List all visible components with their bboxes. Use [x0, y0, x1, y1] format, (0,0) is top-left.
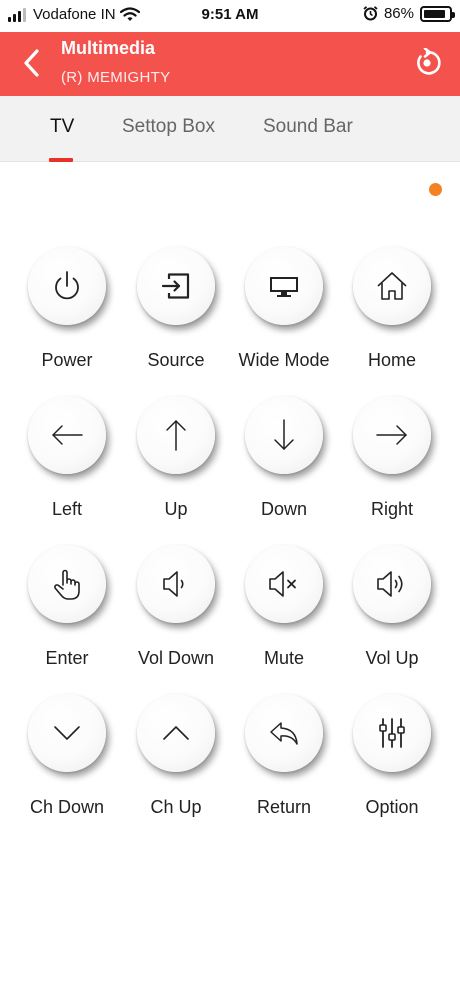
- tab-tv[interactable]: TV: [50, 116, 74, 138]
- mute-button[interactable]: Mute: [230, 545, 338, 675]
- enter-button[interactable]: Enter: [13, 545, 121, 675]
- home-circle: [353, 247, 431, 325]
- button-label: Option: [365, 797, 419, 817]
- ch-up-button[interactable]: Ch Up: [122, 694, 230, 824]
- status-bar: Vodafone IN 9:51 AM 86%: [0, 0, 460, 32]
- source-button[interactable]: Source: [122, 247, 230, 377]
- button-label: Mute: [263, 648, 305, 668]
- power-button[interactable]: Power: [13, 247, 121, 377]
- down-button[interactable]: Down: [230, 396, 338, 526]
- back-button[interactable]: [16, 46, 46, 80]
- arrow-right-icon: [376, 425, 407, 445]
- up-button[interactable]: Up: [122, 396, 230, 526]
- hand-pointer-icon: [54, 569, 80, 600]
- status-right: 86%: [363, 5, 455, 22]
- device-name: (R) MEMIGHTY: [61, 69, 171, 86]
- home-button[interactable]: Home: [338, 247, 446, 377]
- button-label: Power: [41, 350, 93, 370]
- button-label: Ch Up: [150, 797, 202, 817]
- ch-up-circle: [137, 694, 215, 772]
- button-label: Down: [260, 499, 308, 519]
- button-label: Home: [367, 350, 416, 370]
- wide-mode-button[interactable]: Wide Mode: [230, 247, 338, 377]
- app-header: Multimedia (R) MEMIGHTY: [0, 32, 460, 96]
- button-label: Source: [147, 350, 205, 370]
- button-label: Vol Up: [365, 648, 419, 668]
- home-icon: [377, 272, 407, 300]
- vol-down-circle: [137, 545, 215, 623]
- button-label: Wide Mode: [238, 350, 330, 370]
- sliders-icon: [379, 718, 405, 748]
- right-button[interactable]: Right: [338, 396, 446, 526]
- ch-down-button[interactable]: Ch Down: [13, 694, 121, 824]
- button-label: Right: [370, 499, 414, 519]
- chevron-left-icon: [24, 49, 39, 77]
- chevron-down-icon: [54, 726, 80, 740]
- vol-up-circle: [353, 545, 431, 623]
- arrow-down-icon: [274, 419, 294, 450]
- right-circle: [353, 396, 431, 474]
- ch-down-circle: [28, 694, 106, 772]
- chevron-up-icon: [163, 726, 189, 740]
- enter-circle: [28, 545, 106, 623]
- volume-up-icon: [377, 571, 403, 597]
- wide-mode-circle: [245, 247, 323, 325]
- button-label: Vol Down: [137, 648, 215, 668]
- arrow-left-icon: [52, 425, 83, 445]
- button-label: Up: [164, 499, 188, 519]
- mute-circle: [245, 545, 323, 623]
- return-button[interactable]: Return: [230, 694, 338, 824]
- vol-up-button[interactable]: Vol Up: [338, 545, 446, 675]
- source-circle: [137, 247, 215, 325]
- option-circle: [353, 694, 431, 772]
- left-button[interactable]: Left: [13, 396, 121, 526]
- page-title: Multimedia: [61, 38, 156, 58]
- button-label: Ch Down: [29, 797, 105, 817]
- tab-sound-bar[interactable]: Sound Bar: [263, 116, 353, 138]
- arrow-up-icon: [166, 420, 186, 451]
- battery-icon: [420, 5, 455, 22]
- vol-down-button[interactable]: Vol Down: [122, 545, 230, 675]
- option-button[interactable]: Option: [338, 694, 446, 824]
- monitor-icon: [270, 277, 298, 297]
- mute-icon: [269, 571, 296, 597]
- tab-bar: TV Settop Box Sound Bar: [0, 96, 460, 162]
- return-icon: [270, 722, 298, 745]
- tab-settop-box[interactable]: Settop Box: [122, 116, 215, 138]
- source-icon: [161, 273, 190, 299]
- refresh-icon[interactable]: [412, 48, 442, 78]
- alarm-icon: [363, 6, 378, 21]
- power-circle: [28, 247, 106, 325]
- button-label: Return: [256, 797, 312, 817]
- battery-percent: 86%: [383, 5, 414, 22]
- return-circle: [245, 694, 323, 772]
- left-circle: [28, 396, 106, 474]
- power-icon: [55, 271, 79, 300]
- volume-down-icon: [163, 571, 184, 597]
- button-label: Enter: [45, 648, 89, 668]
- active-tab-indicator: [49, 158, 73, 162]
- connection-status-dot: [429, 183, 442, 196]
- down-circle: [245, 396, 323, 474]
- button-label: Left: [51, 499, 83, 519]
- up-circle: [137, 396, 215, 474]
